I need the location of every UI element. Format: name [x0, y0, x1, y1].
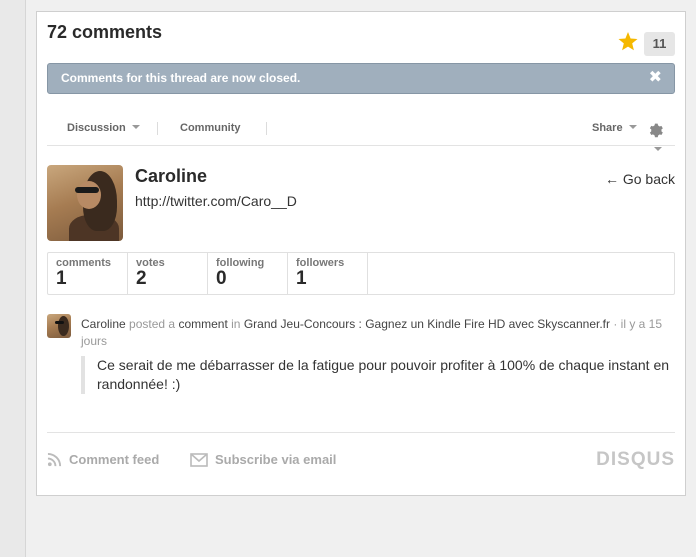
rss-icon	[47, 452, 62, 467]
disqus-panel: 72 comments 11 Comments for this thread …	[36, 11, 686, 496]
likes-badge[interactable]: 11	[644, 32, 675, 56]
stat-comments[interactable]: comments 1	[48, 253, 128, 294]
thread-nav: Discussion Community Share	[47, 114, 675, 151]
tab-community[interactable]: Community	[180, 122, 241, 134]
stat-following[interactable]: following 0	[208, 253, 288, 294]
tab-discussion-label: Discussion	[67, 122, 126, 134]
profile-stats: comments 1 votes 2 following 0 followers…	[47, 252, 675, 295]
stat-value: 2	[136, 268, 147, 289]
activity-item: Caroline posted a comment in Grand Jeu-C…	[47, 314, 675, 414]
chevron-down-icon	[131, 125, 140, 129]
share-label: Share	[592, 122, 623, 134]
comment-feed-label: Comment feed	[69, 452, 160, 467]
left-rail	[0, 0, 26, 557]
stat-label: votes	[136, 257, 165, 269]
avatar	[47, 165, 123, 241]
chevron-down-icon	[654, 147, 662, 151]
nav-divider	[157, 122, 158, 135]
envelope-icon	[190, 453, 208, 467]
stat-followers[interactable]: followers 1	[288, 253, 368, 294]
stat-label: following	[216, 257, 265, 269]
activity-preposition: in	[231, 317, 241, 331]
user-profile: Caroline http://twitter.com/Caro__D ← Go…	[47, 165, 675, 245]
activity-verb: posted a	[129, 317, 176, 331]
stat-value: 1	[296, 268, 307, 289]
comment-link[interactable]: comment	[178, 317, 227, 331]
stat-value: 1	[56, 268, 67, 289]
activity-summary: Caroline posted a comment in Grand Jeu-C…	[81, 316, 677, 350]
go-back-link[interactable]: ← Go back	[605, 171, 675, 187]
gear-icon[interactable]	[648, 122, 675, 158]
close-icon[interactable]: ✖	[649, 64, 662, 91]
stat-value: 0	[216, 268, 227, 289]
disqus-footer: Comment feed Subscribe via email DISQUS	[47, 432, 675, 482]
star-icon[interactable]	[618, 32, 638, 51]
stat-votes[interactable]: votes 2	[128, 253, 208, 294]
thread-header: 72 comments 11	[47, 22, 675, 56]
closed-banner: Comments for this thread are now closed.…	[47, 63, 675, 94]
author-link[interactable]: Caroline	[81, 317, 126, 331]
subscribe-label: Subscribe via email	[215, 452, 337, 467]
nav-divider	[266, 122, 267, 135]
disqus-logo[interactable]: DISQUS	[596, 449, 675, 471]
comment-feed-link[interactable]: Comment feed	[47, 452, 159, 467]
closed-banner-text: Comments for this thread are now closed.	[61, 71, 301, 85]
tab-discussion[interactable]: Discussion	[67, 122, 140, 134]
profile-url-link[interactable]: http://twitter.com/Caro__D	[135, 193, 297, 209]
avatar	[47, 314, 71, 338]
chevron-down-icon	[628, 125, 637, 129]
thread-link[interactable]: Grand Jeu-Concours : Gagnez un Kindle Fi…	[244, 317, 610, 331]
comment-count-title: 72 comments	[47, 22, 163, 42]
subscribe-email-link[interactable]: Subscribe via email	[190, 452, 336, 467]
profile-name: Caroline	[135, 166, 208, 186]
share-button[interactable]: Share	[592, 122, 637, 134]
comment-text: Ce serait de me débarrasser de la fatigu…	[81, 356, 675, 394]
